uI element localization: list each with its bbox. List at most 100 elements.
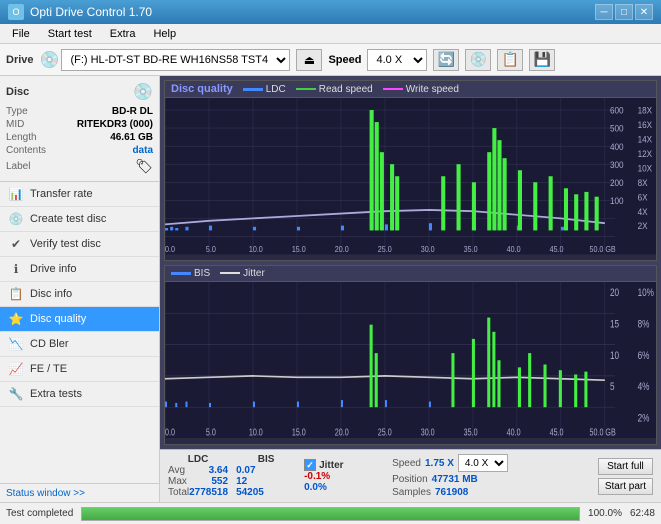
disc-title: Disc — [6, 86, 29, 98]
chart2-svg-container: 20 15 10 5 10% 8% 6% 4% 2% 0.0 5.0 10.0 — [165, 282, 656, 439]
nav-disc-info-label: Disc info — [30, 288, 72, 300]
nav-create-test-disc[interactable]: 💿 Create test disc — [0, 207, 159, 232]
svg-text:500: 500 — [610, 123, 624, 134]
svg-text:30.0: 30.0 — [421, 426, 435, 437]
position-value: 47731 MB — [432, 474, 478, 485]
menu-file[interactable]: File — [4, 26, 38, 42]
ldc-total-row: Total 2778518 — [168, 487, 228, 498]
nav-verify-test-disc[interactable]: ✔ Verify test disc — [0, 232, 159, 257]
status-text: Test completed — [6, 508, 73, 519]
svg-text:25.0: 25.0 — [378, 426, 392, 437]
svg-text:20.0: 20.0 — [335, 426, 349, 437]
speed-value-stat: 1.75 X — [425, 458, 454, 469]
nav-cd-bler-label: CD Bler — [30, 338, 69, 350]
speed-select[interactable]: 4.0 X — [367, 49, 427, 71]
nav-disc-info[interactable]: 📋 Disc info — [0, 282, 159, 307]
jitter-max-row: 0.0% — [304, 482, 384, 493]
nav-disc-quality[interactable]: ⭐ Disc quality — [0, 307, 159, 332]
nav-cd-bler[interactable]: 📉 CD Bler — [0, 332, 159, 357]
svg-text:10.0: 10.0 — [249, 426, 263, 437]
position-row: Position 47731 MB — [392, 474, 508, 485]
legend-read-color — [296, 88, 316, 90]
menu-extra[interactable]: Extra — [102, 26, 144, 42]
svg-text:0.0: 0.0 — [165, 245, 176, 255]
nav-extra-tests[interactable]: 🔧 Extra tests — [0, 382, 159, 407]
chart2-svg: 20 15 10 5 10% 8% 6% 4% 2% 0.0 5.0 10.0 — [165, 282, 656, 439]
speed-pos-stats: Speed 1.75 X 4.0 X Position 47731 MB Sam… — [392, 454, 508, 498]
bis-stats: BIS 0.07 12 54205 — [236, 454, 296, 498]
nav-transfer-rate[interactable]: 📊 Transfer rate — [0, 182, 159, 207]
drive-select[interactable]: (F:) HL-DT-ST BD-RE WH16NS58 TST4 — [61, 49, 290, 71]
maximize-button[interactable]: □ — [615, 4, 633, 20]
svg-text:30.0: 30.0 — [421, 245, 436, 255]
ldc-total-value: 2778518 — [189, 487, 228, 498]
refresh-button[interactable]: 🔄 — [433, 49, 459, 71]
menu-start-test[interactable]: Start test — [40, 26, 100, 42]
nav-drive-info[interactable]: ℹ Drive info — [0, 257, 159, 282]
svg-text:10: 10 — [610, 349, 620, 362]
svg-text:300: 300 — [610, 159, 624, 170]
status-window-button[interactable]: Status window >> — [6, 488, 85, 499]
svg-text:16X: 16X — [638, 119, 653, 130]
max-label-ldc: Max — [168, 476, 187, 487]
title-bar: O Opti Drive Control 1.70 ─ □ ✕ — [0, 0, 661, 24]
svg-text:15.0: 15.0 — [292, 426, 306, 437]
chart1-header: Disc quality LDC Read speed Write speed — [165, 81, 656, 98]
transfer-rate-icon: 📊 — [8, 187, 24, 201]
app-icon: O — [8, 4, 24, 20]
svg-text:2%: 2% — [638, 412, 650, 425]
progress-bar-container — [81, 507, 580, 521]
time-display: 62:48 — [630, 508, 655, 519]
ldc-avg-row: Avg 3.64 — [168, 465, 228, 476]
disc-quality-icon: ⭐ — [8, 312, 24, 326]
chart1-svg: 600 500 400 300 200 100 18X 16X 14X 12X … — [165, 98, 656, 255]
legend-bis-color — [171, 272, 191, 275]
legend-jitter-label: Jitter — [243, 268, 265, 279]
svg-text:35.0: 35.0 — [464, 426, 478, 437]
nav-fe-te[interactable]: 📈 FE / TE — [0, 357, 159, 382]
start-full-button[interactable]: Start full — [598, 458, 653, 475]
samples-value: 761908 — [435, 487, 468, 498]
total-label-ldc: Total — [168, 487, 189, 498]
disc-panel: Disc 💿 Type BD-R DL MID RITEKDR3 (000) L… — [0, 76, 159, 182]
svg-text:20.0: 20.0 — [335, 245, 350, 255]
svg-text:6X: 6X — [638, 192, 648, 203]
bis-total-row: 54205 — [236, 487, 296, 498]
chart1-panel: Disc quality LDC Read speed Write speed — [164, 80, 657, 261]
svg-text:10%: 10% — [638, 287, 655, 300]
app-title: Opti Drive Control 1.70 — [30, 5, 152, 19]
chart2-panel: BIS Jitter — [164, 265, 657, 446]
start-buttons: Start full Start part — [598, 458, 653, 495]
right-content: Disc quality LDC Read speed Write speed — [160, 76, 661, 502]
ldc-header: LDC — [168, 454, 228, 465]
start-part-button[interactable]: Start part — [598, 478, 653, 495]
window-controls[interactable]: ─ □ ✕ — [595, 4, 653, 20]
mid-label: MID — [6, 119, 24, 130]
minimize-button[interactable]: ─ — [595, 4, 613, 20]
svg-text:8X: 8X — [638, 177, 648, 188]
svg-text:4%: 4% — [638, 380, 650, 393]
svg-text:35.0: 35.0 — [464, 245, 479, 255]
svg-text:0.0: 0.0 — [165, 426, 175, 437]
info-button[interactable]: 📋 — [497, 49, 523, 71]
samples-row: Samples 761908 — [392, 487, 508, 498]
jitter-checkbox[interactable] — [304, 459, 316, 471]
eject-button[interactable]: ⏏ — [296, 49, 322, 71]
contents-value: data — [132, 145, 153, 156]
svg-text:10X: 10X — [638, 163, 653, 174]
svg-text:200: 200 — [610, 177, 624, 188]
legend-jitter: Jitter — [220, 268, 265, 279]
label-icon[interactable]: 🏷 — [135, 158, 153, 175]
type-label: Type — [6, 106, 28, 117]
jitter-header-row: Jitter — [304, 459, 384, 471]
legend-ldc-color — [243, 88, 263, 91]
close-button[interactable]: ✕ — [635, 4, 653, 20]
save-button[interactable]: 💾 — [529, 49, 555, 71]
menu-help[interactable]: Help — [145, 26, 184, 42]
speed-select-stat[interactable]: 4.0 X — [458, 454, 508, 472]
svg-text:400: 400 — [610, 141, 624, 152]
svg-text:15.0: 15.0 — [292, 245, 307, 255]
mid-value: RITEKDR3 (000) — [77, 119, 153, 130]
disc-button[interactable]: 💿 — [465, 49, 491, 71]
status-bar-section: Status window >> — [0, 483, 159, 502]
